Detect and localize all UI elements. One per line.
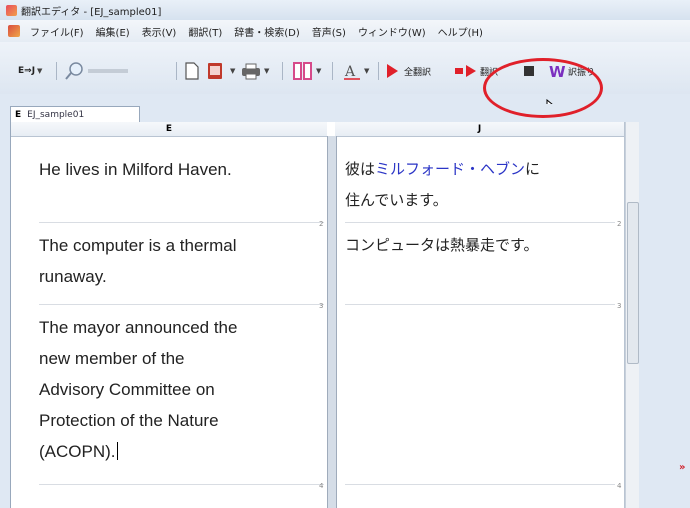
menu-window[interactable]: ウィンドウ(W) xyxy=(352,24,432,39)
marker-icon: » xyxy=(679,462,686,473)
menu-edit[interactable]: 編集(E) xyxy=(90,24,136,39)
tab-label: EJ_sample01 xyxy=(27,110,85,120)
row-number: 3 xyxy=(319,302,324,310)
column-splitter[interactable] xyxy=(327,136,337,508)
target-sentence-2[interactable]: コンピュータは熱暴走です。 xyxy=(345,230,539,261)
source-sentence-2[interactable]: The computer is a thermal runaway. xyxy=(39,230,236,292)
menu-bar: ファイル(F) 編集(E) 表示(V) 翻訳(T) 辞書・検索(D) 音声(S)… xyxy=(0,20,690,42)
row-divider xyxy=(39,222,324,223)
toolbar-separator xyxy=(56,62,57,80)
printer-icon xyxy=(242,63,260,80)
translation-direction-label: E⇒J xyxy=(18,66,36,76)
new-document-button[interactable] xyxy=(184,60,200,82)
bilingual-editor: E J » He lives in Milford Haven. 彼はミルフォー… xyxy=(10,122,685,508)
row-divider xyxy=(39,304,324,305)
scrollbar-thumb[interactable] xyxy=(627,202,639,364)
column-header-target: J xyxy=(335,122,624,137)
open-file-icon xyxy=(208,63,222,79)
toolbar-separator xyxy=(378,62,379,80)
full-translate-button[interactable]: 全翻訳 xyxy=(404,60,431,82)
text-cursor xyxy=(116,442,118,460)
tab-ej-sample01[interactable]: E EJ_sample01 xyxy=(10,106,140,123)
title-bar: 翻訳エディタ - [EJ_sample01] xyxy=(0,0,690,20)
stop-button-arrow[interactable] xyxy=(384,60,400,82)
pre-edit-icon: A xyxy=(344,64,360,80)
chevron-down-icon: ▼ xyxy=(230,67,236,75)
target-sentence-3[interactable] xyxy=(345,312,615,462)
window-title: 翻訳エディタ - [EJ_sample01] xyxy=(21,6,162,18)
print-button[interactable]: ▼ xyxy=(240,60,269,82)
toolbar-separator xyxy=(282,62,283,80)
menu-voice[interactable]: 音声(S) xyxy=(306,24,352,39)
layout-button[interactable]: ▼ xyxy=(292,60,321,82)
source-sentence-3[interactable]: The mayor announced the new member of th… xyxy=(39,312,237,467)
dictionary-search-button[interactable] xyxy=(64,60,128,82)
tab-code: E xyxy=(15,110,22,120)
chevron-down-icon: ▼ xyxy=(316,67,322,75)
column-header-source-label: E xyxy=(165,124,173,134)
row-number: 4 xyxy=(319,482,324,490)
full-translate-label: 全翻訳 xyxy=(404,67,432,78)
toolbar-separator xyxy=(176,62,177,80)
target-sentence-1[interactable]: 彼はミルフォード・ヘブンに 住んでいます。 xyxy=(345,154,540,216)
menu-help[interactable]: ヘルプ(H) xyxy=(432,24,489,39)
column-layout-icon xyxy=(293,62,312,80)
new-document-icon xyxy=(185,62,199,80)
app-icon xyxy=(6,4,17,16)
column-header-source: E xyxy=(11,122,327,137)
translation-direction-dropdown[interactable]: E⇒J ▼ xyxy=(18,60,42,82)
open-file-button[interactable]: ▼ xyxy=(206,60,235,82)
row-number: 4 xyxy=(617,482,622,490)
chevron-down-icon: ▼ xyxy=(264,67,270,75)
disabled-button-label xyxy=(88,69,128,73)
row-divider xyxy=(345,304,615,305)
source-sentence-1[interactable]: He lives in Milford Haven. xyxy=(39,154,232,185)
menu-translate[interactable]: 翻訳(T) xyxy=(182,24,228,39)
vertical-scrollbar[interactable] xyxy=(625,122,639,508)
dictionary-search-icon xyxy=(65,62,83,80)
menu-view[interactable]: 表示(V) xyxy=(136,24,183,39)
side-panel xyxy=(639,122,683,508)
column-header-target-label: J xyxy=(477,124,482,134)
row-number: 2 xyxy=(319,220,324,228)
play-icon xyxy=(387,64,398,78)
row-number: 2 xyxy=(617,220,622,228)
menu-file[interactable]: ファイル(F) xyxy=(24,24,90,39)
row-divider xyxy=(345,222,615,223)
row-divider xyxy=(39,484,324,485)
annotation-highlight-circle xyxy=(483,58,603,118)
translation-editor-window: 翻訳エディタ - [EJ_sample01] ファイル(F) 編集(E) 表示(… xyxy=(0,0,690,508)
menu-dictionary-search[interactable]: 辞書・検索(D) xyxy=(228,24,306,39)
chevron-down-icon: ▼ xyxy=(37,67,43,75)
row-number: 3 xyxy=(617,302,622,310)
svg-text:A: A xyxy=(344,64,356,80)
document-menu-icon[interactable] xyxy=(8,25,20,37)
row-divider xyxy=(345,484,615,485)
pre-edit-button[interactable]: A ▼ xyxy=(342,60,369,82)
highlighted-term: ミルフォード・ヘブン xyxy=(375,160,526,178)
chevron-down-icon: ▼ xyxy=(364,67,370,75)
translate-sentence-icon xyxy=(455,65,476,77)
toolbar-separator xyxy=(332,62,333,80)
